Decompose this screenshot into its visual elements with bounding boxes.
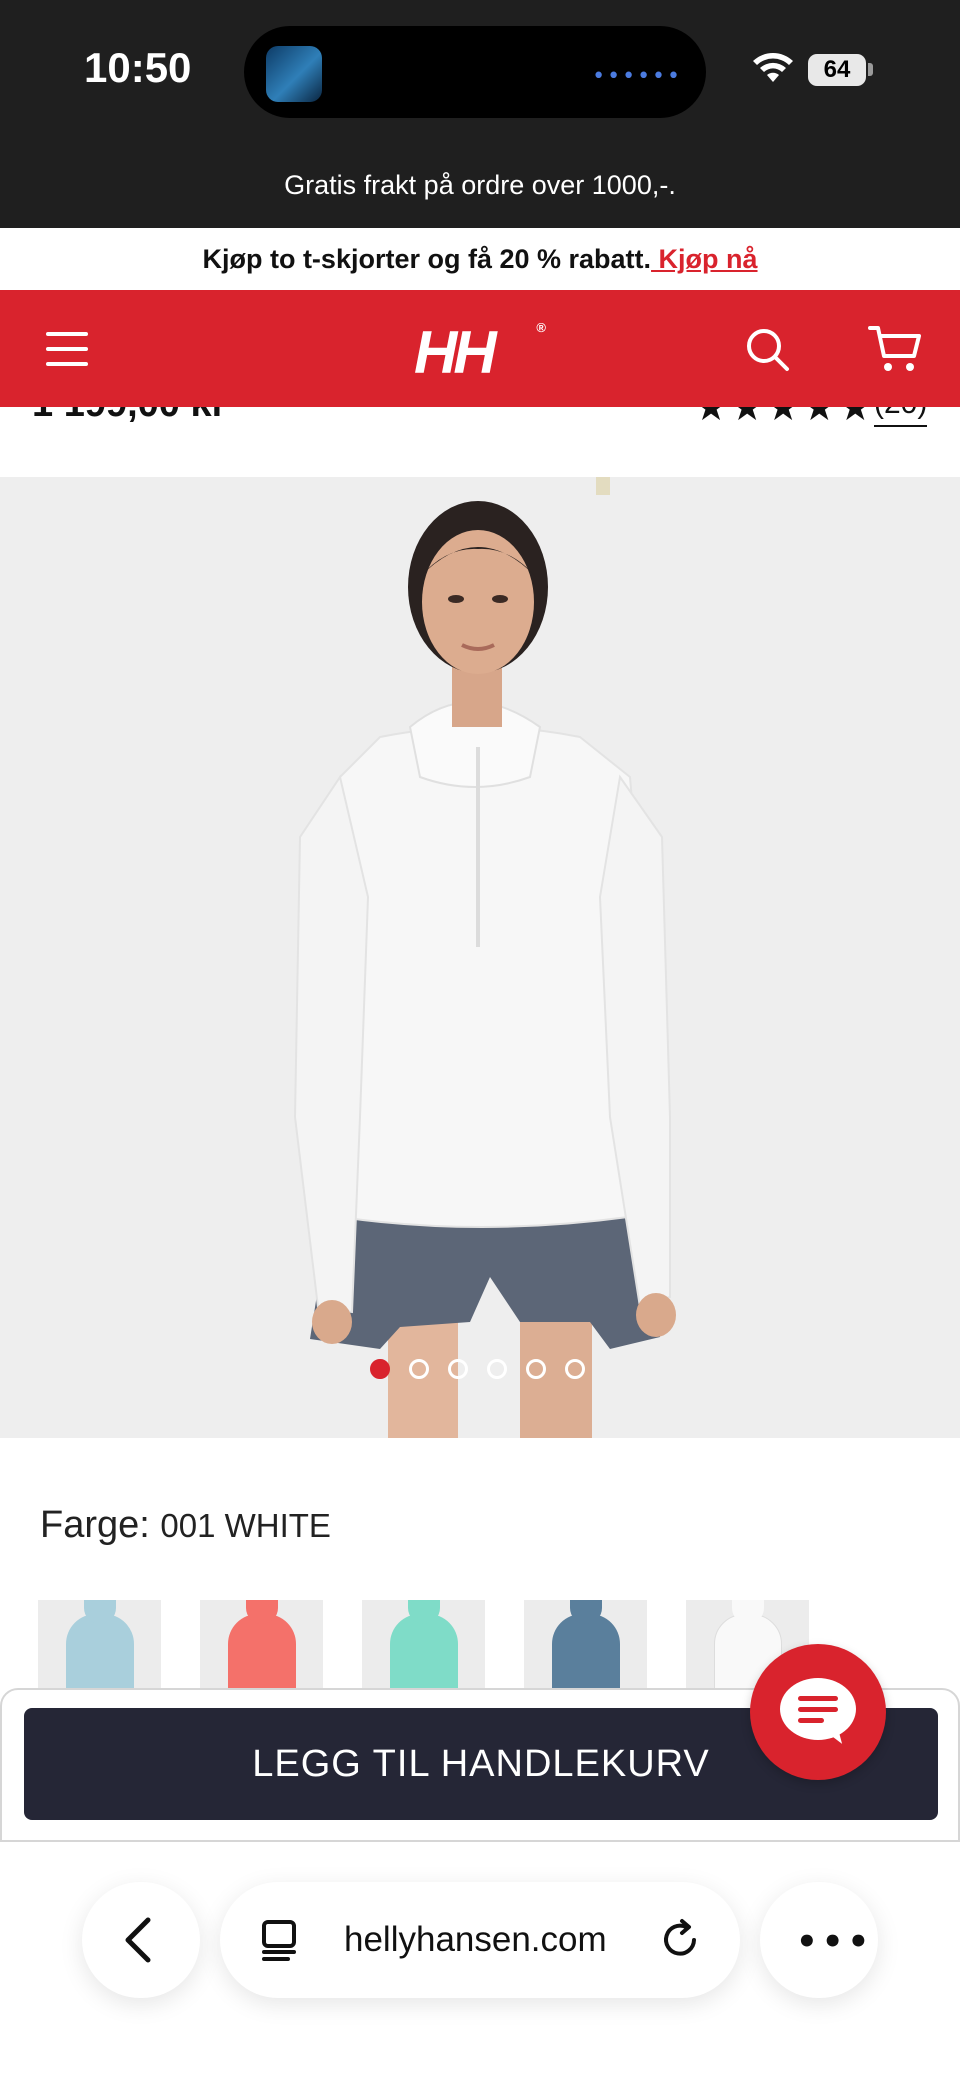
carousel-dot[interactable] bbox=[448, 1359, 468, 1379]
carousel-dot[interactable] bbox=[526, 1359, 546, 1379]
offer-banner: Kjøp to t-skjorter og få 20 % rabatt. Kj… bbox=[0, 228, 960, 290]
chat-button[interactable] bbox=[750, 1644, 886, 1780]
color-label: Farge: 001 WHITE bbox=[40, 1504, 331, 1547]
carousel-dot[interactable] bbox=[565, 1359, 585, 1379]
battery-tip-icon bbox=[868, 63, 873, 76]
carousel-dot[interactable] bbox=[409, 1359, 429, 1379]
reload-icon[interactable] bbox=[658, 1918, 702, 1962]
brand-logo[interactable]: HH ® bbox=[414, 318, 546, 386]
dynamic-island: •••••• bbox=[244, 26, 706, 118]
carousel-dot[interactable] bbox=[487, 1359, 507, 1379]
chat-lines-icon bbox=[798, 1696, 838, 1729]
color-swatch-light-blue[interactable] bbox=[38, 1600, 161, 1690]
color-swatch-mint[interactable] bbox=[362, 1600, 485, 1690]
registered-mark: ® bbox=[536, 320, 546, 335]
browser-back-button[interactable] bbox=[82, 1882, 200, 1998]
selected-color-value: 001 WHITE bbox=[160, 1507, 331, 1544]
battery-indicator: 64 bbox=[808, 54, 866, 86]
product-image-carousel[interactable] bbox=[0, 477, 960, 1438]
more-icon: ••• bbox=[796, 1922, 874, 1962]
rating-stars: ★★★★★ bbox=[694, 407, 875, 429]
url-text: hellyhansen.com bbox=[344, 1920, 607, 1959]
review-count-link[interactable]: (20) bbox=[874, 407, 928, 427]
color-swatch-steel-blue[interactable] bbox=[524, 1600, 647, 1690]
chevron-left-icon bbox=[125, 1917, 151, 1963]
offer-text: Kjøp to t-skjorter og få 20 % rabatt. bbox=[202, 244, 652, 274]
carousel-pagination bbox=[370, 1359, 585, 1383]
search-icon[interactable] bbox=[744, 326, 790, 372]
product-photo bbox=[293, 477, 676, 1438]
audio-activity-icon: •••••• bbox=[592, 64, 682, 89]
tabs-icon bbox=[262, 1920, 296, 1961]
address-bar[interactable]: hellyhansen.com bbox=[220, 1882, 740, 1998]
offer-link[interactable]: Kjøp nå bbox=[651, 244, 758, 274]
shipping-banner: Gratis frakt på ordre over 1000,-. bbox=[0, 150, 960, 228]
menu-icon[interactable] bbox=[46, 332, 88, 366]
status-time: 10:50 bbox=[84, 44, 192, 91]
product-price: 1 199,00 kr bbox=[32, 407, 226, 426]
price-rating-row: 1 199,00 kr ★★★★★ (20) bbox=[0, 407, 960, 477]
now-playing-artwork bbox=[266, 46, 322, 102]
site-header: HH ® bbox=[0, 290, 960, 407]
color-label-text: Farge: bbox=[40, 1504, 150, 1546]
brand-logo-text: HH bbox=[414, 319, 497, 386]
color-swatches bbox=[38, 1600, 809, 1690]
cart-icon[interactable] bbox=[868, 324, 922, 374]
carousel-dot[interactable] bbox=[370, 1359, 390, 1379]
color-swatch-coral[interactable] bbox=[200, 1600, 323, 1690]
status-bar: 10:50 •••••• 64 bbox=[0, 0, 960, 150]
browser-toolbar: hellyhansen.com ••• bbox=[0, 1842, 960, 2081]
browser-more-button[interactable]: ••• bbox=[760, 1882, 878, 1998]
wifi-icon bbox=[753, 53, 793, 82]
